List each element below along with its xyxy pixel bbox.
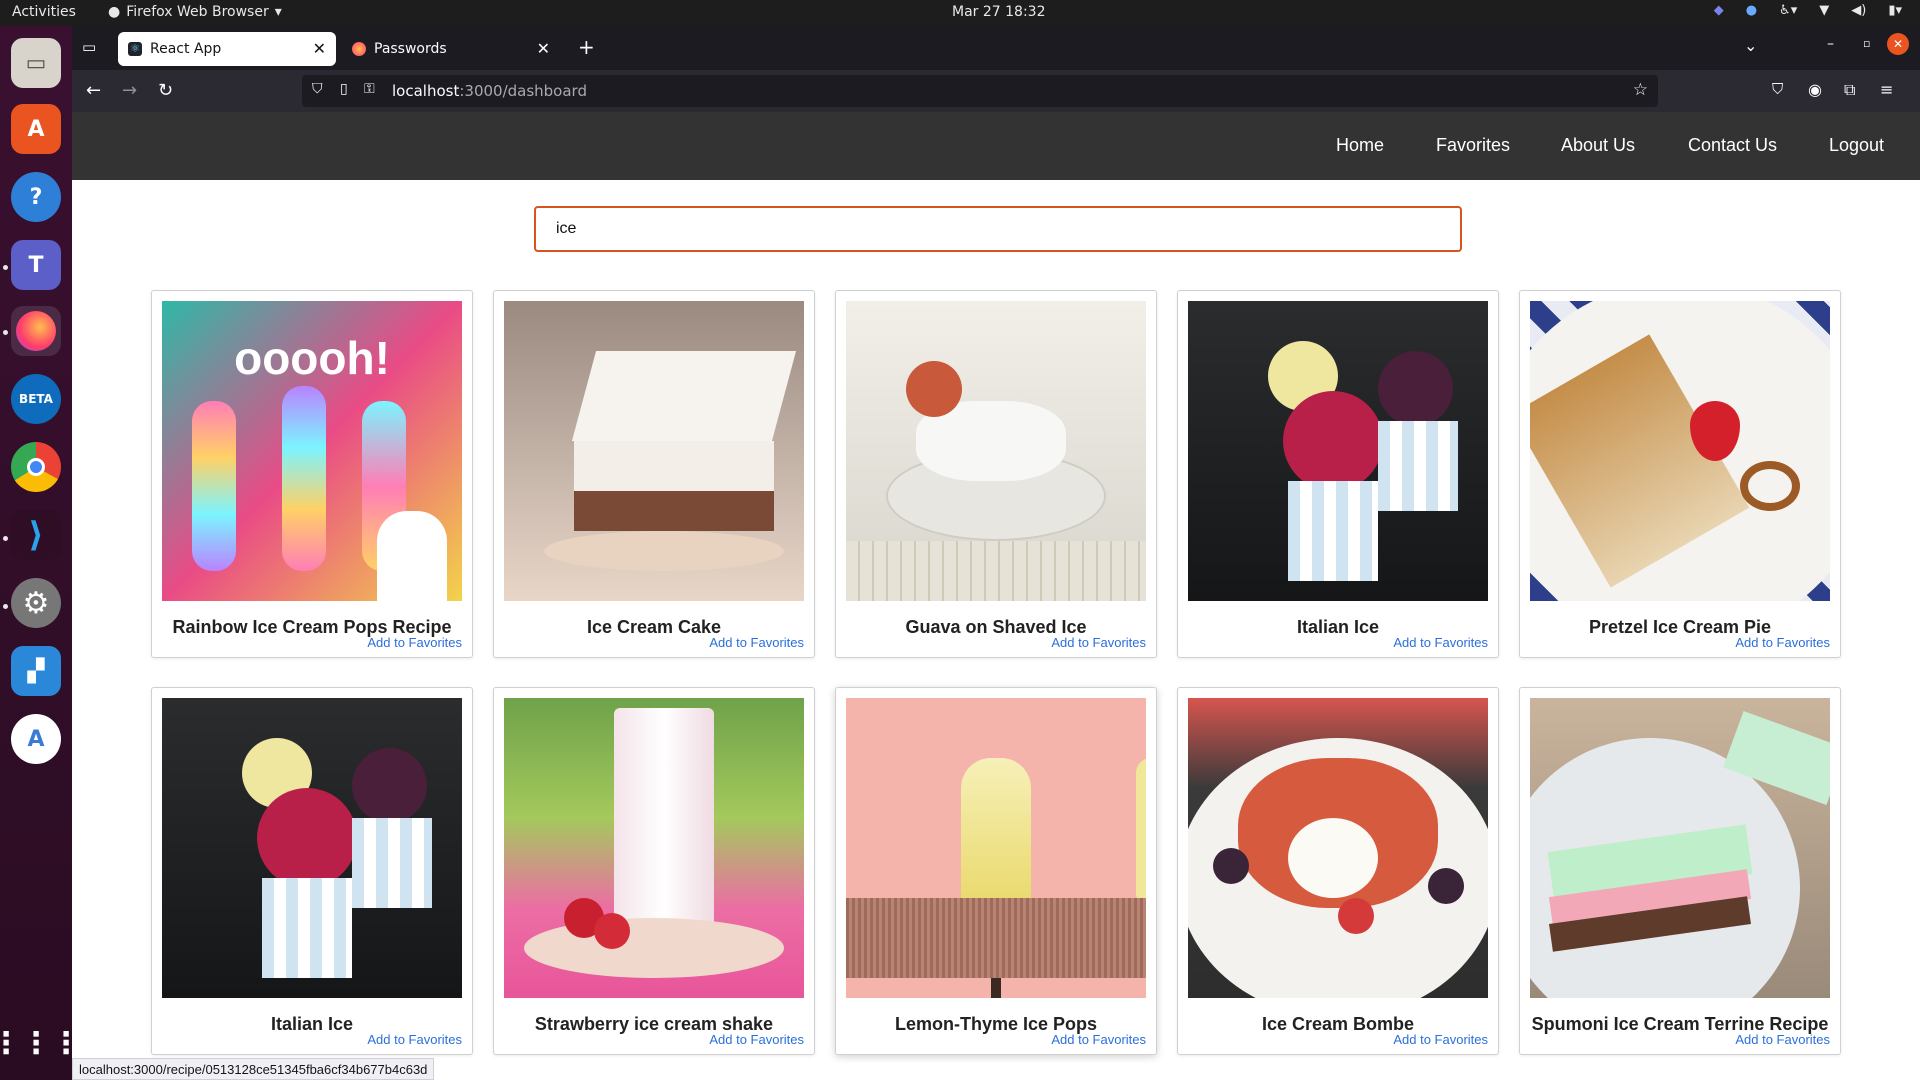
new-tab-button[interactable]: + [578, 35, 595, 59]
back-icon[interactable]: ← [86, 80, 101, 101]
minimize-button[interactable]: – [1827, 36, 1834, 52]
recipe-image-guava-shaved-ice[interactable] [846, 301, 1146, 601]
recipe-card[interactable]: Ice Cream Cake Add to Favorites [493, 290, 815, 658]
volume-icon[interactable]: ◀) [1851, 3, 1866, 18]
close-tab-icon[interactable]: ✕ [537, 39, 550, 58]
tab-label: Passwords [374, 41, 447, 57]
recipe-image-lemon-pops[interactable] [846, 698, 1146, 998]
recipe-image-ice-cream-bombe[interactable] [1188, 698, 1488, 998]
nav-home[interactable]: Home [1336, 135, 1384, 156]
add-to-favorites-link[interactable]: Add to Favorites [1393, 635, 1488, 650]
forward-icon[interactable]: → [122, 80, 137, 101]
tab-react-app[interactable]: ⚛ React App ✕ [118, 32, 336, 66]
tab-label: React App [150, 41, 222, 57]
add-to-favorites-link[interactable]: Add to Favorites [1393, 1032, 1488, 1047]
nav-favorites[interactable]: Favorites [1436, 135, 1510, 156]
page-content: Home Favorites About Us Contact Us Logou… [72, 112, 1920, 1080]
restore-button[interactable]: ▫ [1863, 37, 1870, 50]
recipe-card[interactable]: Lemon-Thyme Ice Pops Add to Favorites [835, 687, 1157, 1055]
account-icon[interactable]: ◉ [1808, 80, 1822, 99]
add-to-favorites-link[interactable]: Add to Favorites [1735, 1032, 1830, 1047]
vscode-icon[interactable]: ⟩ [11, 510, 61, 560]
software-center-icon[interactable]: A [11, 104, 61, 154]
add-to-favorites-link[interactable]: Add to Favorites [367, 635, 462, 650]
pocket-icon[interactable]: ⛉ [1772, 80, 1783, 98]
teams-icon[interactable]: T [11, 240, 61, 290]
recipe-card[interactable]: Guava on Shaved Ice Add to Favorites [835, 290, 1157, 658]
recipe-image-rainbow-popsicles[interactable]: ooooh! [162, 301, 462, 601]
files-icon[interactable]: ▭ [11, 38, 61, 88]
page-icon[interactable]: ▯ [340, 81, 348, 97]
app-navbar: Home Favorites About Us Contact Us Logou… [72, 112, 1920, 180]
recipe-card[interactable]: ooooh! Rainbow Ice Cream Pops Recipe Add… [151, 290, 473, 658]
close-tab-icon[interactable]: ✕ [313, 39, 326, 58]
edge-beta-icon[interactable]: BETA [11, 374, 61, 424]
firefox-icon[interactable] [11, 306, 61, 356]
recipe-card[interactable]: Italian Ice Add to Favorites [151, 687, 473, 1055]
recipe-image-ice-cream-cake-slice[interactable] [504, 301, 804, 601]
recipe-card[interactable]: Spumoni Ice Cream Terrine Recipe Add to … [1519, 687, 1841, 1055]
system-top-bar: Activities ● Firefox Web Browser ▾ Mar 2… [0, 0, 1920, 26]
chevron-down-icon: ▾ [274, 4, 282, 20]
accessibility-icon[interactable]: ♿▾ [1779, 3, 1797, 18]
reload-icon[interactable]: ↻ [158, 80, 173, 101]
firefox-icon: ● [108, 4, 121, 20]
bookmark-star-icon[interactable]: ☆ [1633, 80, 1648, 100]
chrome-icon[interactable] [11, 442, 61, 492]
app-menu-label: Firefox Web Browser [126, 4, 269, 20]
add-to-favorites-link[interactable]: Add to Favorites [709, 635, 804, 650]
wifi-icon[interactable]: ▼ [1819, 3, 1829, 18]
sync-tray-icon[interactable]: ● [1746, 3, 1757, 18]
show-apps-icon[interactable]: ⋮⋮⋮ [0, 1018, 81, 1068]
add-to-favorites-link[interactable]: Add to Favorites [367, 1032, 462, 1047]
add-to-favorites-link[interactable]: Add to Favorites [709, 1032, 804, 1047]
android-studio-icon[interactable]: A [11, 714, 61, 764]
nav-contact-us[interactable]: Contact Us [1688, 135, 1777, 156]
react-favicon: ⚛ [128, 42, 142, 56]
app-menu[interactable]: ● Firefox Web Browser ▾ [108, 4, 282, 20]
help-icon[interactable]: ? [11, 172, 61, 222]
key-icon[interactable]: ⚿ [364, 81, 375, 97]
teams-tray-icon[interactable]: ◆ [1714, 3, 1724, 18]
shield-icon[interactable]: ⛉ [312, 81, 323, 97]
recipe-card[interactable]: Pretzel Ice Cream Pie Add to Favorites [1519, 290, 1841, 658]
recipe-card[interactable]: Ice Cream Bombe Add to Favorites [1177, 687, 1499, 1055]
activities-button[interactable]: Activities [12, 4, 76, 20]
tab-overview-icon[interactable]: ▭ [82, 38, 96, 56]
extensions-icon[interactable]: ⧉ [1844, 80, 1855, 100]
list-tabs-icon[interactable]: ⌄ [1744, 36, 1757, 55]
ooh-lettering: ooooh! [234, 332, 390, 384]
dock: ▭ A ? T BETA ⟩ ⚙ ▞ A ⋮⋮⋮ [0, 26, 81, 1080]
clock[interactable]: Mar 27 18:32 [952, 4, 1045, 20]
nav-about-us[interactable]: About Us [1561, 135, 1635, 156]
battery-icon[interactable]: ▮▾ [1888, 3, 1902, 18]
recipe-image-strawberry-shake[interactable] [504, 698, 804, 998]
close-window-button[interactable]: ✕ [1887, 33, 1909, 55]
system-tray[interactable]: ◆ ● ♿▾ ▼ ◀) ▮▾ [1714, 3, 1902, 18]
recipe-card[interactable]: Italian Ice Add to Favorites [1177, 290, 1499, 658]
firefox-favicon [352, 42, 366, 56]
search-input[interactable] [534, 206, 1462, 252]
url-text[interactable]: localhost:3000/dashboard [392, 82, 587, 100]
add-to-favorites-link[interactable]: Add to Favorites [1051, 1032, 1146, 1047]
link-status-bar: localhost:3000/recipe/0513128ce51345fba6… [72, 1058, 435, 1080]
tab-passwords[interactable]: Passwords ✕ [342, 32, 560, 66]
nav-logout[interactable]: Logout [1829, 135, 1884, 156]
settings-icon[interactable]: ⚙ [11, 578, 61, 628]
recipe-image-spumoni-terrine[interactable] [1530, 698, 1830, 998]
add-to-favorites-link[interactable]: Add to Favorites [1051, 635, 1146, 650]
browser-tab-bar: ▭ ⚛ React App ✕ Passwords ✕ + ⌄ – ▫ ✕ [72, 26, 1920, 70]
remote-desktop-icon[interactable]: ▞ [11, 646, 61, 696]
recipe-image-italian-ice-cups[interactable] [162, 698, 462, 998]
recipe-image-pretzel-pie-plate[interactable] [1530, 301, 1830, 601]
recipe-image-italian-ice-cups[interactable] [1188, 301, 1488, 601]
url-bar[interactable]: ⛉ ▯ ⚿ localhost:3000/dashboard ☆ [302, 75, 1658, 107]
recipe-card[interactable]: Strawberry ice cream shake Add to Favori… [493, 687, 815, 1055]
browser-nav-bar: ← → ↻ ⛉ ▯ ⚿ localhost:3000/dashboard ☆ ⛉… [72, 70, 1920, 112]
add-to-favorites-link[interactable]: Add to Favorites [1735, 635, 1830, 650]
menu-icon[interactable]: ≡ [1880, 80, 1893, 99]
